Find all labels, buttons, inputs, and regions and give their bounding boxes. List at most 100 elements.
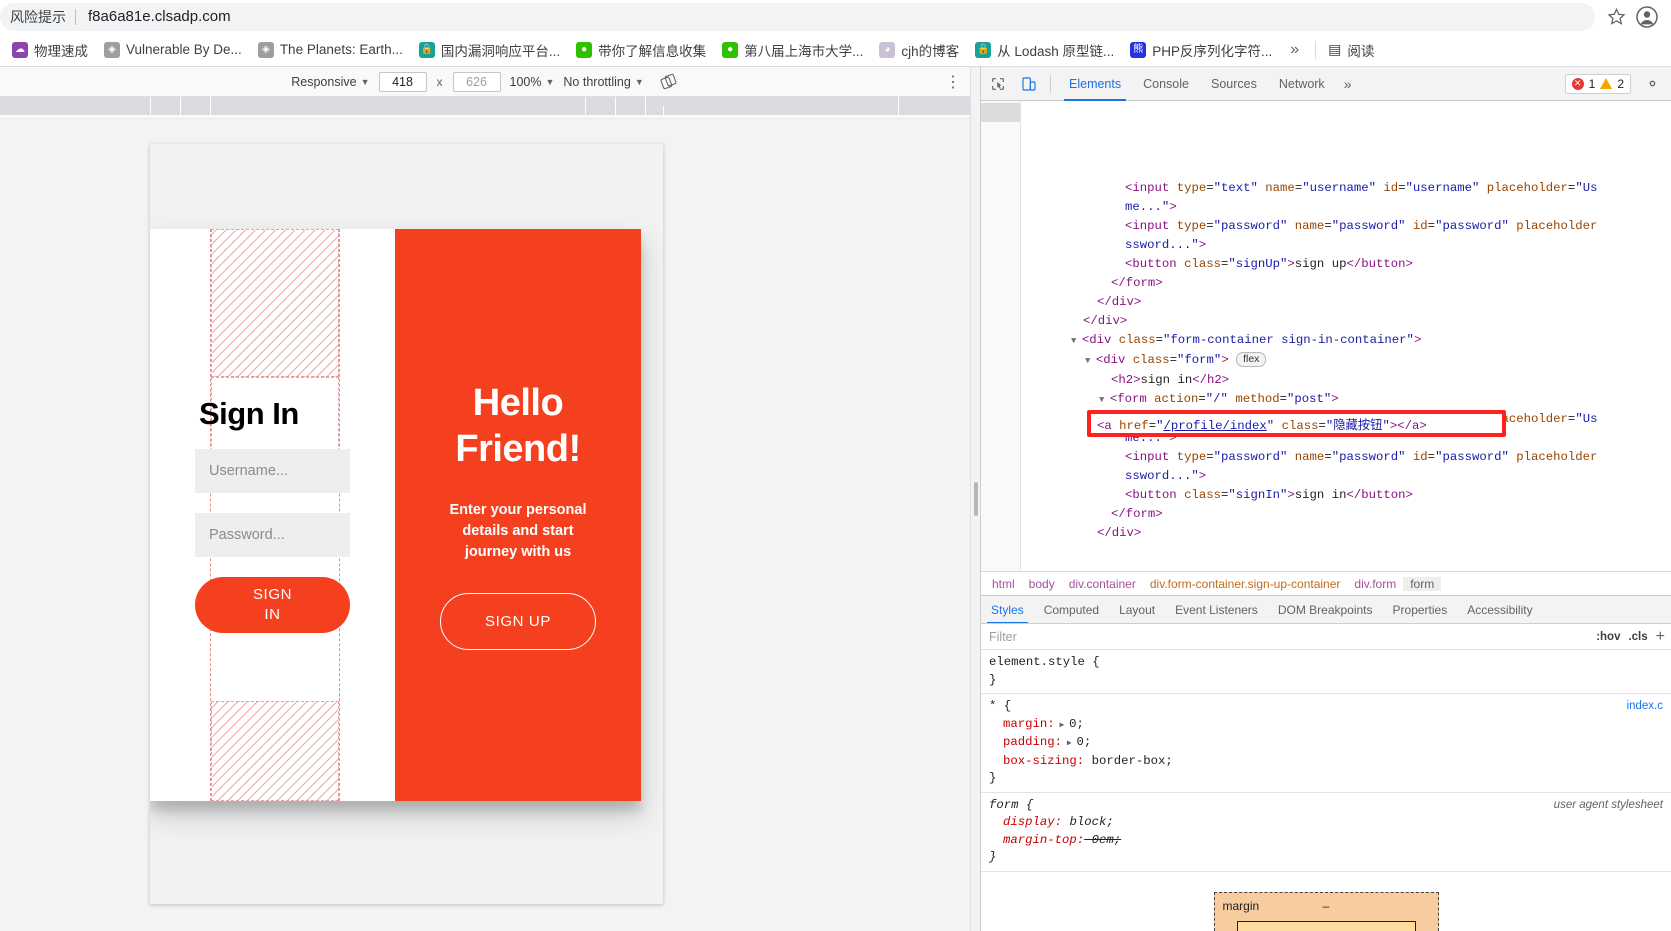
dom-line[interactable]: <input type="password" name="password" i… bbox=[1021, 448, 1671, 467]
dom-line[interactable]: me..."> bbox=[1021, 198, 1671, 217]
dom-line[interactable]: </form> bbox=[1021, 505, 1671, 524]
css-property[interactable]: padding: bbox=[989, 734, 1062, 752]
new-rule-button[interactable]: + bbox=[1656, 628, 1665, 646]
dom-line[interactable]: </div> bbox=[1021, 524, 1671, 543]
breadcrumb-item[interactable]: div.form bbox=[1347, 577, 1403, 591]
flex-badge[interactable]: flex bbox=[1236, 352, 1267, 367]
breadcrumb-item[interactable]: body bbox=[1022, 577, 1062, 591]
dom-line[interactable]: <button class="signUp">sign up</button> bbox=[1021, 255, 1671, 274]
css-value[interactable]: 0; bbox=[1076, 735, 1091, 749]
dom-line[interactable]: <h2>sign in</h2> bbox=[1021, 371, 1671, 390]
dom-line[interactable]: </form> bbox=[1021, 274, 1671, 293]
bookmark-item[interactable]: ◈ The Planets: Earth... bbox=[250, 38, 411, 62]
dom-line[interactable]: </div> bbox=[1021, 293, 1671, 312]
expand-triangle-icon[interactable]: ▼ bbox=[1085, 356, 1096, 366]
dom-line[interactable]: ▼ <div class="form"> flex bbox=[1021, 351, 1671, 371]
viewport-width-input[interactable]: 418 bbox=[378, 71, 427, 92]
tab-network[interactable]: Network bbox=[1268, 67, 1336, 101]
css-rule[interactable]: index.c * {margin: ▶ 0; padding: ▶ 0; box-s… bbox=[981, 694, 1671, 793]
css-selector[interactable]: * { bbox=[989, 698, 1663, 716]
rotate-device-icon[interactable] bbox=[659, 72, 679, 92]
bookmark-item[interactable]: ● 带你了解信息收集 bbox=[568, 36, 714, 64]
throttling-dropdown[interactable]: No throttling ▼ bbox=[563, 75, 643, 89]
dom-line[interactable]: ▼ <form action="/" method="post"> bbox=[1021, 390, 1671, 410]
breadcrumb-item[interactable]: form bbox=[1403, 576, 1442, 591]
css-declaration[interactable]: box-sizing: border-box; bbox=[989, 753, 1663, 771]
star-icon[interactable] bbox=[1601, 2, 1631, 32]
css-rule[interactable]: element.style {} bbox=[981, 650, 1671, 694]
splitter-grip[interactable] bbox=[973, 482, 978, 516]
breadcrumb-item[interactable]: div.form-container.sign-up-container bbox=[1143, 577, 1348, 591]
css-property[interactable]: margin-top: bbox=[989, 832, 1084, 850]
inspect-element-icon[interactable] bbox=[984, 70, 1012, 98]
dom-line[interactable]: ssword..."> bbox=[1021, 236, 1671, 255]
issue-counts[interactable]: ✕ 1 2 bbox=[1564, 73, 1631, 94]
tab-event-listeners[interactable]: Event Listeners bbox=[1165, 596, 1268, 623]
bookmark-item[interactable]: ● 第八届上海市大学... bbox=[714, 36, 871, 64]
css-property[interactable]: margin: bbox=[989, 716, 1055, 734]
css-value[interactable]: 0em; bbox=[1092, 833, 1122, 847]
hover-state-button[interactable]: :hov bbox=[1596, 631, 1620, 643]
tab-styles[interactable]: Styles bbox=[981, 596, 1034, 623]
bookmark-item[interactable]: 熊 PHP反序列化字符... bbox=[1122, 36, 1280, 64]
bookmarks-overflow-icon[interactable]: » bbox=[1280, 37, 1309, 63]
tab-sources[interactable]: Sources bbox=[1200, 67, 1268, 101]
bookmark-item[interactable]: 🔒 从 Lodash 原型链... bbox=[967, 36, 1122, 64]
bookmark-item[interactable]: ◈ Vulnerable By De... bbox=[96, 38, 250, 62]
reading-list-button[interactable]: ▤ 阅读 bbox=[1322, 36, 1380, 64]
css-rule-origin[interactable]: index.c bbox=[1627, 698, 1663, 716]
bookmark-item[interactable]: ☁ 物理速成 bbox=[4, 36, 96, 64]
css-property[interactable]: display: bbox=[989, 814, 1062, 832]
css-declaration[interactable]: margin-top: 0em; bbox=[989, 832, 1663, 850]
profile-avatar-icon[interactable] bbox=[1631, 1, 1663, 33]
breadcrumb-item[interactable]: div.container bbox=[1062, 577, 1143, 591]
tab-layout[interactable]: Layout bbox=[1109, 596, 1165, 623]
css-value[interactable]: border-box; bbox=[1092, 754, 1173, 768]
expand-triangle-icon[interactable]: ▶ bbox=[1055, 721, 1069, 730]
css-selector[interactable]: element.style { bbox=[989, 654, 1663, 672]
address-bar[interactable]: 风险提示 f8a6a81e.clsadp.com bbox=[0, 2, 1595, 31]
css-value[interactable]: 0; bbox=[1069, 717, 1084, 731]
risk-warning-chip[interactable]: 风险提示 bbox=[0, 3, 75, 31]
sign-up-button[interactable]: SIGN UP bbox=[440, 593, 596, 651]
gear-icon[interactable] bbox=[1638, 70, 1666, 98]
tab-console[interactable]: Console bbox=[1132, 67, 1200, 101]
password-input[interactable]: Password... bbox=[195, 513, 350, 558]
box-model-border[interactable] bbox=[1236, 920, 1416, 931]
tab-computed[interactable]: Computed bbox=[1034, 596, 1109, 623]
box-model-margin-value[interactable]: – bbox=[1323, 899, 1330, 913]
zoom-dropdown[interactable]: 100% ▼ bbox=[510, 75, 555, 89]
more-panels-icon[interactable]: » bbox=[1336, 67, 1360, 101]
panel-splitter[interactable] bbox=[970, 67, 980, 931]
dom-line[interactable]: </div> bbox=[1021, 312, 1671, 331]
class-button[interactable]: .cls bbox=[1628, 631, 1647, 643]
expand-triangle-icon[interactable]: ▼ bbox=[1099, 395, 1110, 405]
dom-line[interactable]: ssword..."> bbox=[1021, 467, 1671, 486]
highlighted-dom-line[interactable]: <a href="/profile/index" class="隐藏按钮"></… bbox=[1097, 417, 1427, 436]
device-preset-dropdown[interactable]: Responsive ▼ bbox=[291, 75, 369, 89]
url-text[interactable]: f8a6a81e.clsadp.com bbox=[76, 8, 231, 25]
bookmark-item[interactable]: ◕ cjh的博客 bbox=[871, 36, 967, 64]
tab-elements[interactable]: Elements bbox=[1058, 67, 1132, 101]
dom-line[interactable]: <input type="password" name="password" i… bbox=[1021, 217, 1671, 236]
expand-triangle-icon[interactable]: ▼ bbox=[1071, 336, 1082, 346]
css-declaration[interactable]: display: block; bbox=[989, 814, 1663, 832]
tab-accessibility[interactable]: Accessibility bbox=[1457, 596, 1542, 623]
dom-line[interactable]: ▼ <div class="form-container sign-in-con… bbox=[1021, 331, 1671, 351]
box-model-margin[interactable]: margin – bbox=[1213, 891, 1439, 931]
breadcrumb-item[interactable]: html bbox=[985, 577, 1022, 591]
expand-triangle-icon[interactable]: ▶ bbox=[1062, 739, 1076, 748]
css-declaration[interactable]: padding: ▶ 0; bbox=[989, 734, 1663, 753]
sign-in-button[interactable]: SIGN IN bbox=[195, 577, 350, 634]
kebab-menu-icon[interactable]: ⋮ bbox=[944, 67, 962, 97]
css-declaration[interactable]: margin: ▶ 0; bbox=[989, 716, 1663, 735]
tab-dom-breakpoints[interactable]: DOM Breakpoints bbox=[1268, 596, 1383, 623]
dom-line[interactable]: <input type="text" name="username" id="u… bbox=[1021, 179, 1671, 198]
styles-filter-input[interactable]: Filter bbox=[981, 624, 1596, 650]
css-value[interactable]: block; bbox=[1069, 815, 1113, 829]
css-property[interactable]: box-sizing: bbox=[989, 753, 1084, 771]
username-input[interactable]: Username... bbox=[195, 449, 350, 494]
bookmark-item[interactable]: 🔒 国内漏洞响应平台... bbox=[411, 36, 568, 64]
viewport-height-input[interactable]: 626 bbox=[452, 71, 501, 92]
tab-properties[interactable]: Properties bbox=[1383, 596, 1458, 623]
